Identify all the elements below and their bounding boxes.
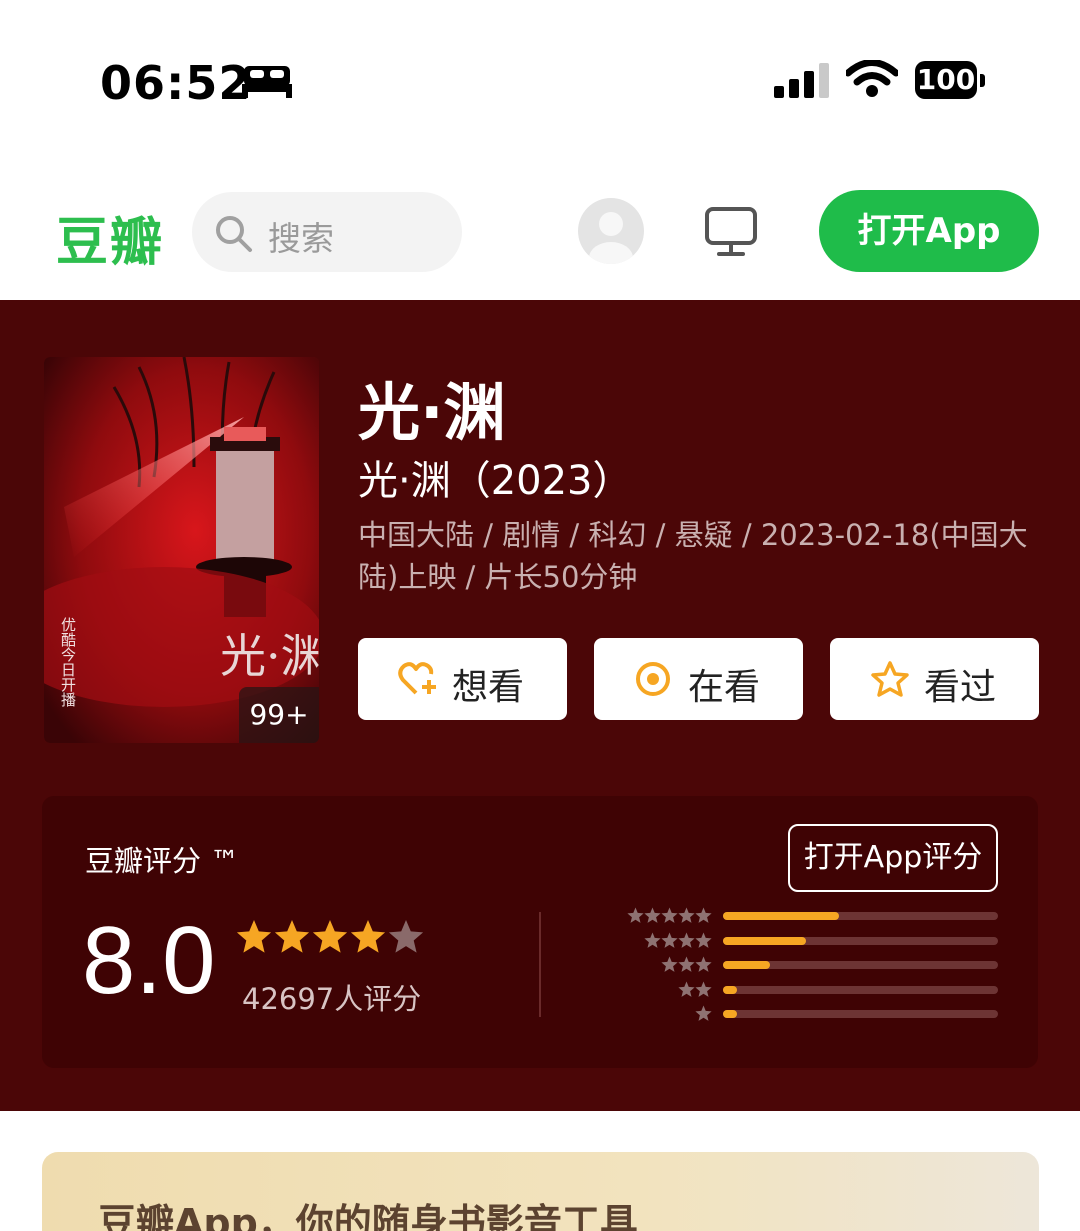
- star-small-icon: [661, 932, 678, 948]
- douban-logo[interactable]: 豆瓣: [56, 200, 164, 275]
- distribution-bar-fill: [723, 936, 806, 945]
- distribution-bar-track: [723, 961, 998, 969]
- distribution-bar-track: [723, 912, 998, 920]
- status-bar: 06:52 100: [0, 0, 1080, 150]
- avatar[interactable]: [578, 198, 644, 264]
- star-small-icon: [627, 907, 644, 923]
- poster-badge: 99+: [239, 687, 319, 743]
- star-small-icon: [678, 932, 695, 948]
- movie-hero: 光·渊 优酷今日开播 99+ 光·渊 光·渊（2023） 中国大陆 / 剧情 /…: [0, 300, 1080, 1111]
- poster-title: 光·渊: [220, 629, 319, 683]
- distribution-stars: [678, 981, 712, 997]
- rating-divider: [539, 912, 541, 1017]
- want-to-watch-label: 想看: [452, 667, 525, 708]
- distribution-stars: [644, 932, 712, 948]
- star-small-icon: [678, 956, 695, 972]
- movie-subtitle: 光·渊（2023）: [358, 458, 633, 504]
- star-small-icon: [695, 1005, 712, 1021]
- search-input[interactable]: 搜索: [192, 192, 462, 272]
- distribution-stars: [627, 907, 712, 923]
- app-promo-banner[interactable]: 豆瓣App，你的随身书影音工具: [42, 1152, 1039, 1231]
- search-icon: [216, 216, 252, 252]
- distribution-bar-fill: [723, 961, 770, 969]
- star-small-icon: [678, 907, 695, 923]
- rating-score: 8.0: [82, 907, 216, 1014]
- distribution-stars: [661, 956, 712, 972]
- battery-icon: 100: [915, 61, 977, 99]
- distribution-stars: [695, 1005, 712, 1021]
- movie-poster[interactable]: 光·渊 优酷今日开播 99+: [44, 357, 319, 743]
- sleep-mode-icon: [242, 66, 292, 98]
- score-stars: [236, 920, 424, 953]
- distribution-bar-track: [723, 985, 998, 994]
- distribution-bar-track: [723, 1010, 998, 1018]
- movie-meta: 中国大陆 / 剧情 / 科幻 / 悬疑 / 2023-02-18(中国大陆)上映…: [358, 518, 1028, 594]
- rating-distribution-row: [602, 904, 998, 928]
- star-small-icon: [661, 907, 678, 923]
- movie-title: 光·渊: [358, 376, 506, 449]
- open-app-button[interactable]: 打开App: [819, 190, 1039, 272]
- open-app-rate-button[interactable]: 打开App评分: [788, 824, 998, 892]
- star-outline-icon: [871, 661, 909, 697]
- star-filled-icon: [312, 920, 348, 953]
- rating-distribution-row: [602, 953, 998, 977]
- distribution-bar-fill: [723, 912, 839, 920]
- watched-label: 看过: [924, 667, 997, 708]
- heart-plus-icon: [398, 662, 436, 695]
- star-small-icon: [661, 956, 678, 972]
- search-placeholder: 搜索: [268, 219, 334, 258]
- star-small-icon: [644, 907, 661, 923]
- rating-distribution-row: [602, 978, 998, 1002]
- star-small-icon: [644, 932, 661, 948]
- star-small-icon: [695, 956, 712, 972]
- rating-distribution-row: [602, 929, 998, 953]
- monitor-icon[interactable]: [704, 206, 758, 258]
- battery-tip: [980, 74, 985, 87]
- star-empty-icon: [388, 920, 424, 953]
- want-to-watch-button[interactable]: 想看: [358, 638, 567, 720]
- top-nav: 豆瓣 搜索 打开App: [0, 180, 1080, 285]
- rating-distribution-row: [602, 1002, 998, 1026]
- poster-artwork: 光·渊: [44, 357, 319, 743]
- distribution-bar-fill: [723, 1010, 737, 1018]
- distribution-bar-track: [723, 936, 998, 945]
- status-time: 06:52: [100, 56, 252, 110]
- star-small-icon: [695, 907, 712, 923]
- banner-text: 豆瓣App，你的随身书影音工具: [98, 1201, 638, 1231]
- rating-count: 42697人评分: [242, 982, 422, 1016]
- star-filled-icon: [274, 920, 310, 953]
- star-small-icon: [695, 981, 712, 997]
- wifi-icon: [846, 60, 898, 97]
- watching-label: 在看: [688, 667, 761, 708]
- poster-side-text: 优酷今日开播: [59, 617, 77, 707]
- star-filled-icon: [236, 920, 272, 953]
- distribution-bar-fill: [723, 985, 737, 994]
- watched-button[interactable]: 看过: [830, 638, 1039, 720]
- target-icon: [636, 662, 670, 696]
- rating-title: 豆瓣评分 ™: [85, 844, 240, 878]
- user-icon: [589, 212, 633, 264]
- cellular-signal-icon: [774, 63, 829, 98]
- star-filled-icon: [350, 920, 386, 953]
- star-small-icon: [695, 932, 712, 948]
- watching-button[interactable]: 在看: [594, 638, 803, 720]
- star-small-icon: [678, 981, 695, 997]
- rating-panel: 豆瓣评分 ™ 打开App评分 8.0 42697人评分: [42, 796, 1038, 1068]
